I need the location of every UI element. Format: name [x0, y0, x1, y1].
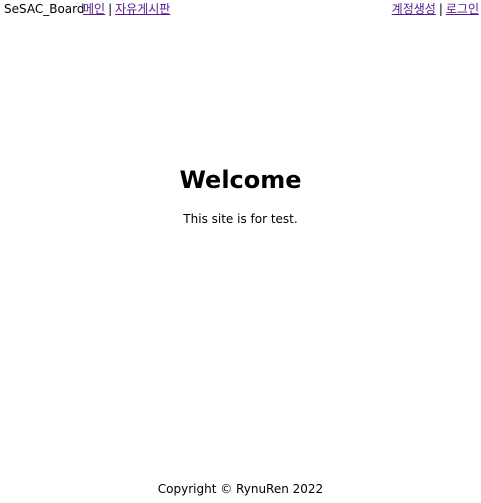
account-nav: 계정생성 | 로그인: [392, 1, 479, 18]
nav-separator: |: [108, 2, 113, 16]
main-content: Welcome This site is for test.: [0, 150, 481, 228]
nav-link-signup[interactable]: 계정생성: [392, 2, 436, 16]
nav-link-main[interactable]: 메인: [83, 2, 105, 16]
site-brand: SeSAC_Board: [4, 2, 85, 16]
main-nav: 메인 | 자유게시판: [83, 1, 170, 18]
page-subtitle: This site is for test.: [183, 212, 298, 226]
footer-copyright: Copyright © RynuRen 2022: [157, 482, 324, 496]
top-navigation-bar: SeSAC_Board 메인 | 자유게시판 계정생성 | 로그인: [0, 0, 481, 20]
nav-link-login[interactable]: 로그인: [446, 2, 479, 16]
nav-separator: |: [438, 2, 443, 16]
nav-link-free-board[interactable]: 자유게시판: [115, 2, 170, 16]
page-title: Welcome: [179, 166, 302, 194]
